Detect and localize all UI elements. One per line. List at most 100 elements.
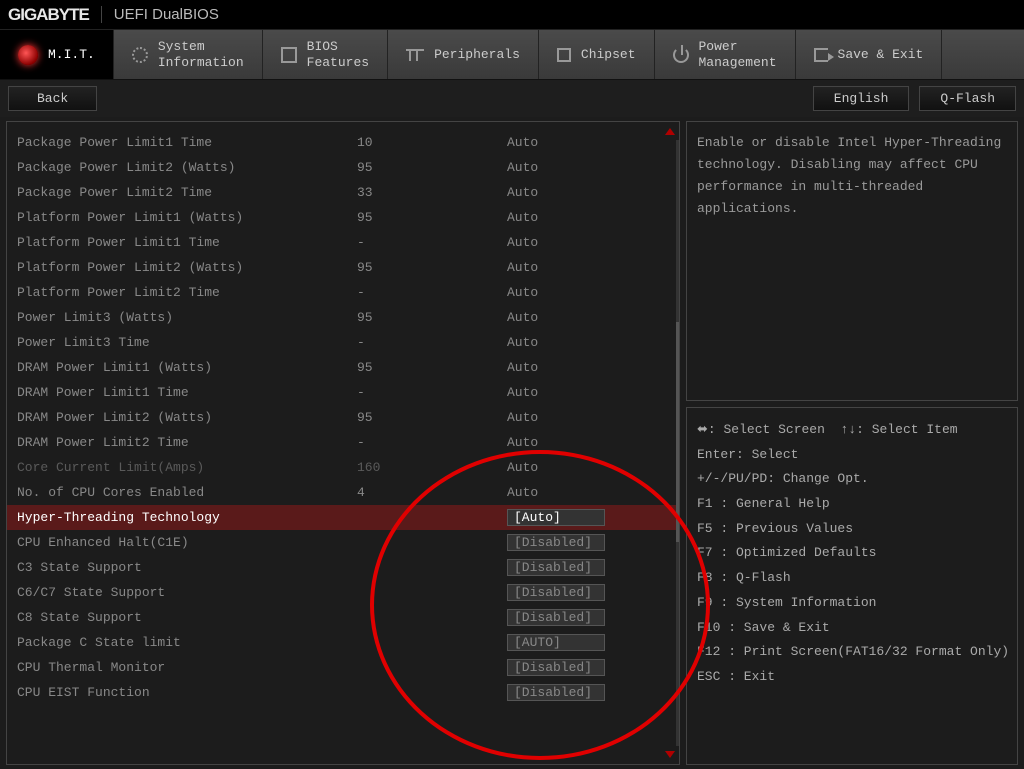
setting-row[interactable]: CPU Enhanced Halt(C1E)[Disabled] bbox=[7, 530, 679, 555]
language-button[interactable]: English bbox=[813, 86, 910, 111]
settings-panel: Package Power Limit1 Time10AutoPackage P… bbox=[6, 121, 680, 765]
tab-system-information[interactable]: System Information bbox=[114, 30, 263, 79]
tab-power-management[interactable]: Power Management bbox=[655, 30, 796, 79]
setting-state[interactable]: Auto bbox=[507, 135, 669, 150]
setting-state[interactable]: Auto bbox=[507, 385, 669, 400]
setting-value: 95 bbox=[357, 160, 507, 175]
qflash-button[interactable]: Q-Flash bbox=[919, 86, 1016, 111]
setting-state[interactable]: [Disabled] bbox=[507, 684, 669, 701]
setting-row[interactable]: DRAM Power Limit2 Time-Auto bbox=[7, 430, 679, 455]
setting-state[interactable]: Auto bbox=[507, 310, 669, 325]
power-icon bbox=[673, 47, 689, 63]
scroll-up-icon[interactable] bbox=[665, 128, 675, 135]
setting-row[interactable]: Platform Power Limit2 (Watts)95Auto bbox=[7, 255, 679, 280]
hint: +/-/PU/PD: Change Opt. bbox=[697, 467, 1007, 492]
tab-label: Peripherals bbox=[434, 47, 520, 63]
setting-row[interactable]: Package Power Limit2 (Watts)95Auto bbox=[7, 155, 679, 180]
setting-row[interactable]: Platform Power Limit2 Time-Auto bbox=[7, 280, 679, 305]
tab-label: Chipset bbox=[581, 47, 636, 63]
tab-label: Power Management bbox=[699, 39, 777, 70]
setting-state[interactable]: Auto bbox=[507, 285, 669, 300]
setting-row[interactable]: Core Current Limit(Amps)160Auto bbox=[7, 455, 679, 480]
setting-row[interactable]: CPU EIST Function [Disabled] bbox=[7, 680, 679, 705]
setting-label: Platform Power Limit2 (Watts) bbox=[17, 260, 357, 275]
setting-label: Package Power Limit2 (Watts) bbox=[17, 160, 357, 175]
setting-state[interactable]: Auto bbox=[507, 460, 669, 475]
setting-state[interactable]: Auto bbox=[507, 160, 669, 175]
tab-bar: M.I.T. System Information BIOS Features … bbox=[0, 30, 1024, 80]
setting-value: 95 bbox=[357, 210, 507, 225]
title-bar: GIGABYTE UEFI DualBIOS bbox=[0, 0, 1024, 30]
setting-label: C8 State Support bbox=[17, 610, 357, 625]
setting-row[interactable]: DRAM Power Limit2 (Watts)95Auto bbox=[7, 405, 679, 430]
setting-row[interactable]: CPU Thermal Monitor [Disabled] bbox=[7, 655, 679, 680]
setting-value: 95 bbox=[357, 310, 507, 325]
setting-row[interactable]: No. of CPU Cores Enabled4Auto bbox=[7, 480, 679, 505]
bios-title: UEFI DualBIOS bbox=[101, 6, 219, 23]
setting-row[interactable]: Platform Power Limit1 Time-Auto bbox=[7, 230, 679, 255]
setting-value: - bbox=[357, 385, 507, 400]
gear-icon bbox=[132, 47, 148, 63]
setting-state[interactable]: [Disabled] bbox=[507, 534, 669, 551]
setting-state[interactable]: Auto bbox=[507, 185, 669, 200]
setting-row[interactable]: Platform Power Limit1 (Watts)95Auto bbox=[7, 205, 679, 230]
red-dot-icon bbox=[18, 45, 38, 65]
tab-save-exit[interactable]: Save & Exit bbox=[796, 30, 943, 79]
setting-row[interactable]: Power Limit3 (Watts)95Auto bbox=[7, 305, 679, 330]
tab-mit[interactable]: M.I.T. bbox=[0, 30, 114, 79]
setting-row[interactable]: Power Limit3 Time-Auto bbox=[7, 330, 679, 355]
setting-value: 33 bbox=[357, 185, 507, 200]
setting-row[interactable]: C3 State Support[Disabled] bbox=[7, 555, 679, 580]
tab-peripherals[interactable]: Peripherals bbox=[388, 30, 539, 79]
back-button[interactable]: Back bbox=[8, 86, 97, 111]
setting-state[interactable]: Auto bbox=[507, 235, 669, 250]
setting-state[interactable]: Auto bbox=[507, 335, 669, 350]
setting-row[interactable]: Package C State limit [AUTO] bbox=[7, 630, 679, 655]
setting-value: 95 bbox=[357, 260, 507, 275]
setting-label: Platform Power Limit2 Time bbox=[17, 285, 357, 300]
setting-state[interactable]: [Disabled] bbox=[507, 584, 669, 601]
setting-value: - bbox=[357, 285, 507, 300]
hint: F9 : System Information bbox=[697, 591, 1007, 616]
tab-label: BIOS Features bbox=[307, 39, 369, 70]
tab-chipset[interactable]: Chipset bbox=[539, 30, 655, 79]
hint: ↑↓: Select Item bbox=[841, 422, 958, 437]
setting-value: - bbox=[357, 435, 507, 450]
setting-state[interactable]: [Disabled] bbox=[507, 609, 669, 626]
setting-state[interactable]: Auto bbox=[507, 360, 669, 375]
setting-label: CPU EIST Function bbox=[17, 685, 357, 700]
setting-state[interactable]: [Disabled] bbox=[507, 559, 669, 576]
setting-state[interactable]: Auto bbox=[507, 260, 669, 275]
setting-state[interactable]: [Disabled] bbox=[507, 659, 669, 676]
setting-label: DRAM Power Limit2 Time bbox=[17, 435, 357, 450]
setting-state[interactable]: Auto bbox=[507, 210, 669, 225]
setting-value: - bbox=[357, 335, 507, 350]
setting-row[interactable]: Package Power Limit1 Time10Auto bbox=[7, 130, 679, 155]
tab-bios-features[interactable]: BIOS Features bbox=[263, 30, 388, 79]
scrollbar-thumb[interactable] bbox=[676, 322, 679, 542]
setting-state[interactable]: Auto bbox=[507, 435, 669, 450]
setting-value: 95 bbox=[357, 410, 507, 425]
setting-label: Core Current Limit(Amps) bbox=[17, 460, 357, 475]
hint: F10 : Save & Exit bbox=[697, 616, 1007, 641]
setting-row[interactable]: DRAM Power Limit1 Time-Auto bbox=[7, 380, 679, 405]
setting-value: - bbox=[357, 235, 507, 250]
tab-label: System Information bbox=[158, 39, 244, 70]
hint: Enter: Select bbox=[697, 443, 1007, 468]
chipset-icon bbox=[557, 48, 571, 62]
setting-row[interactable]: C6/C7 State Support[Disabled] bbox=[7, 580, 679, 605]
hint: F7 : Optimized Defaults bbox=[697, 541, 1007, 566]
setting-label: CPU Thermal Monitor bbox=[17, 660, 357, 675]
setting-state[interactable]: [Auto] bbox=[507, 509, 669, 526]
setting-value: 160 bbox=[357, 460, 507, 475]
setting-state[interactable]: Auto bbox=[507, 485, 669, 500]
chip-icon bbox=[281, 47, 297, 63]
setting-row[interactable]: Package Power Limit2 Time33Auto bbox=[7, 180, 679, 205]
setting-state[interactable]: [AUTO] bbox=[507, 634, 669, 651]
setting-label: Package C State limit bbox=[17, 635, 357, 650]
scroll-down-icon[interactable] bbox=[665, 751, 675, 758]
setting-row[interactable]: C8 State Support [Disabled] bbox=[7, 605, 679, 630]
setting-row[interactable]: Hyper-Threading Technology[Auto] bbox=[7, 505, 679, 530]
setting-state[interactable]: Auto bbox=[507, 410, 669, 425]
setting-row[interactable]: DRAM Power Limit1 (Watts)95Auto bbox=[7, 355, 679, 380]
